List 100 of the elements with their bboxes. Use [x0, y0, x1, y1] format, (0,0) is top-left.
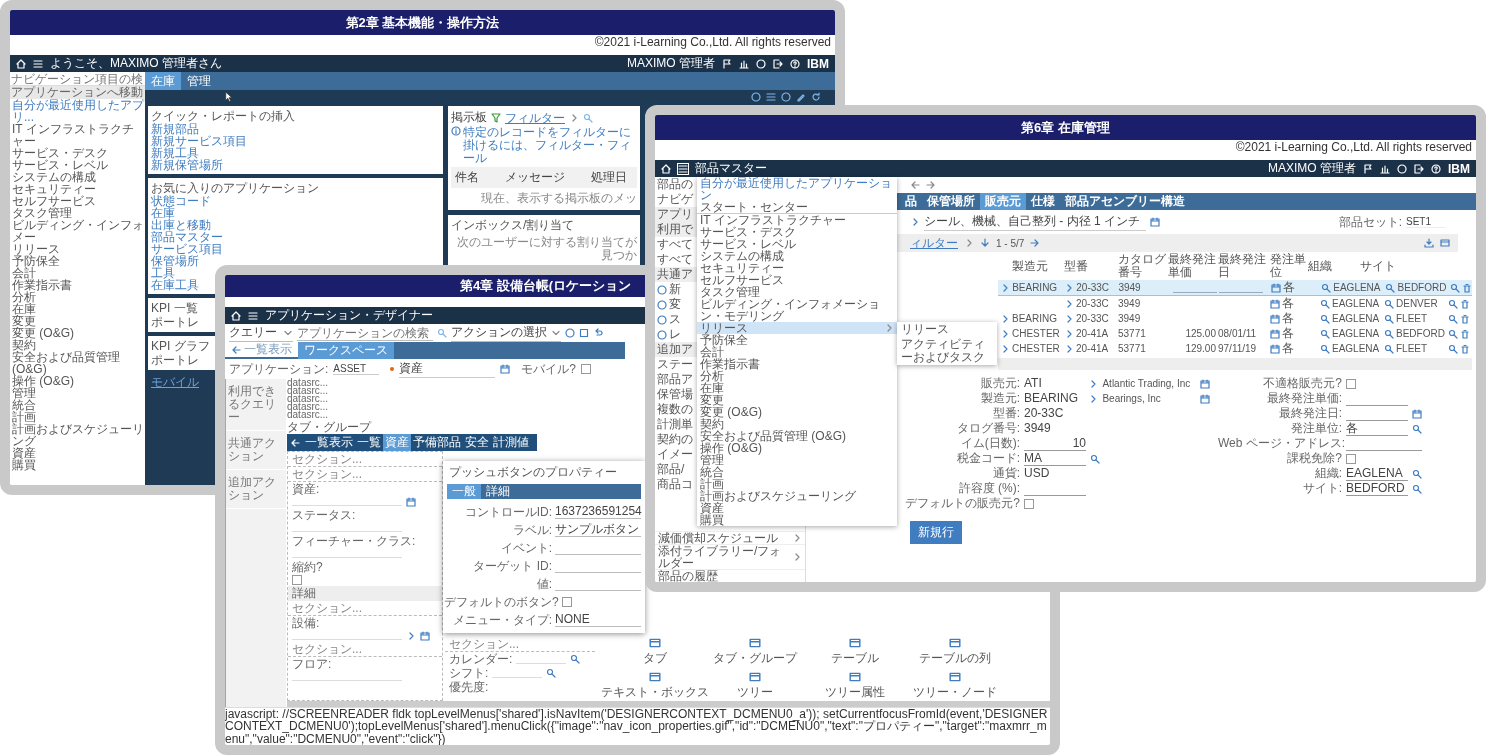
calendar-icon[interactable] [1150, 217, 1160, 227]
description-field[interactable]: シール、機械、自己整列 - 内径 1 インチ [924, 213, 1146, 231]
linked-name[interactable]: Bearings, Inc [1102, 393, 1196, 404]
menu-item[interactable]: リリース [897, 322, 997, 337]
menu-item[interactable]: 変更 [697, 394, 897, 406]
menu-item[interactable]: アクティビティーおよびタスク [897, 337, 997, 365]
sidebar-item[interactable]: 添付ライブラリー/フォルダー [658, 545, 792, 569]
sidebar-item[interactable]: 計測単 [657, 416, 693, 433]
search-icon[interactable] [437, 328, 447, 338]
sidebar-item[interactable]: 自分が最近使用したアプリ... [10, 99, 145, 123]
field-value[interactable]: EAGLENA [1346, 466, 1408, 481]
sidebar-item[interactable]: 契約の [657, 431, 693, 448]
menu-item[interactable]: IT インフラストラクチャー [697, 214, 897, 226]
panel-section[interactable]: 追加アクション [226, 470, 286, 509]
search-icon[interactable] [1320, 343, 1330, 354]
search-icon[interactable] [1448, 313, 1458, 324]
menu-item[interactable]: リリース [697, 322, 897, 334]
field-value[interactable]: 各 [1346, 421, 1408, 436]
tab[interactable]: 予備部品 [411, 434, 463, 451]
sidebar-item[interactable]: 管理 [10, 387, 145, 399]
flag-icon[interactable] [1363, 163, 1373, 174]
search-icon[interactable] [570, 654, 581, 664]
calendar-icon[interactable] [500, 364, 511, 374]
calendar-icon[interactable] [1200, 393, 1210, 404]
sidebar-item[interactable]: 減価償却スケジュール [658, 532, 778, 544]
field-value[interactable]: USD [1024, 467, 1086, 480]
field-value[interactable]: 3949 [1024, 422, 1086, 435]
calendar-icon[interactable] [1200, 378, 1210, 389]
menu-item[interactable]: スタート・センター [697, 201, 897, 214]
menu-item[interactable]: サービス・レベル [697, 238, 897, 250]
sidebar-item[interactable]: 変更 [10, 315, 145, 327]
sidebar-item[interactable]: リリース [10, 243, 145, 255]
checkbox[interactable] [1024, 498, 1034, 509]
download-icon[interactable] [1424, 238, 1434, 248]
menu-item[interactable]: 契約 [697, 418, 897, 430]
filter-link[interactable]: ィルター [910, 237, 958, 249]
trash-icon[interactable] [1460, 328, 1470, 339]
table-row[interactable]: BEARING 20-33C 3949 各 EAGLENA BEDFORD [998, 280, 1472, 296]
input-field[interactable]: 1637236591254 [555, 505, 641, 519]
table-row[interactable]: BEARING 20-33C 3949 各 EAGLENA FLEET [998, 311, 1472, 326]
section-placeholder[interactable]: セクション... [445, 637, 595, 652]
search-icon[interactable] [1320, 328, 1330, 339]
sidebar-item[interactable]: 部品/ [657, 461, 685, 478]
search-icon[interactable] [1384, 343, 1394, 354]
search-icon[interactable] [1448, 343, 1458, 354]
logout-icon[interactable] [1414, 163, 1424, 174]
filter-icon[interactable] [491, 112, 501, 123]
tab[interactable]: 計測値 [491, 434, 531, 451]
search-icon[interactable] [1448, 328, 1458, 339]
control-icon[interactable] [748, 637, 762, 649]
search-icon[interactable] [1384, 328, 1394, 339]
control-icon[interactable] [648, 671, 662, 683]
checkbox[interactable] [292, 574, 302, 585]
sidebar-item[interactable]: 部品ア [657, 371, 693, 388]
sidebar-item[interactable]: 計画およびスケジューリング [10, 423, 145, 447]
sidebar-item[interactable]: 資産 [10, 447, 145, 459]
sidebar-item[interactable]: タスク管理 [10, 207, 145, 219]
calendar-icon[interactable] [1270, 313, 1280, 324]
control-icon[interactable] [648, 637, 662, 649]
search-icon[interactable] [1412, 483, 1422, 494]
sidebar-item[interactable]: ス [669, 311, 681, 328]
tab[interactable]: 詳細 [481, 484, 515, 499]
sidebar-item[interactable]: 複数の [657, 401, 693, 418]
part-set-field[interactable]: SET1 [1406, 216, 1446, 228]
undo-icon[interactable] [593, 328, 603, 338]
home-icon[interactable] [16, 58, 26, 69]
right-arrow-icon[interactable] [1030, 238, 1041, 248]
sidebar-item[interactable]: 計画 [10, 411, 145, 423]
menu-item[interactable]: 計画およびスケジューリング [697, 490, 897, 502]
table-row[interactable]: CHESTER 20-41A 53771 129.00 97/11/19 各 EAGLENA FLEET [998, 341, 1472, 356]
calendar-icon[interactable] [406, 496, 416, 507]
refresh-icon[interactable] [811, 92, 821, 102]
portlet-link[interactable]: 在庫工具 [151, 279, 199, 291]
search-icon[interactable] [1321, 282, 1332, 293]
mobile-link[interactable]: モバイル [148, 374, 199, 391]
portlet-link[interactable]: 保管場所 [151, 255, 199, 267]
portlet-link[interactable]: 出庫と移動 [151, 219, 211, 231]
sidebar-item[interactable]: 部品の [657, 176, 693, 193]
menu-item[interactable]: システムの構成 [697, 250, 897, 262]
portlet-link[interactable]: 新規部品 [151, 123, 199, 135]
sidebar-item[interactable]: 変 [669, 296, 681, 313]
portlet-link[interactable]: サービス項目 [151, 243, 223, 255]
calendar-icon[interactable] [1412, 408, 1422, 419]
tab[interactable]: 一覧 [355, 434, 383, 451]
tab[interactable]: 安全 [463, 434, 491, 451]
menu-item[interactable]: 予防保全 [697, 334, 897, 346]
calendar-icon[interactable] [1270, 282, 1281, 293]
search-icon[interactable] [1412, 468, 1422, 479]
section-placeholder[interactable]: セクション... [288, 467, 442, 482]
sidebar-item[interactable]: ビルディング・インフォメー [10, 219, 145, 243]
menu-item[interactable]: 作業指示書 [697, 358, 897, 370]
sidebar-item[interactable]: サービス・デスク [10, 147, 145, 159]
sidebar-item[interactable]: 利用で [657, 221, 693, 238]
checkbox[interactable] [1346, 378, 1356, 389]
filter-link[interactable]: フィルター [505, 111, 565, 124]
section-placeholder[interactable]: セクション... [288, 452, 442, 467]
sidebar-item[interactable]: 商品コ [657, 476, 693, 493]
square-icon[interactable] [579, 328, 589, 338]
datasource-item[interactable]: datasrc... [287, 411, 329, 419]
menu-item[interactable]: 管理 [697, 454, 897, 466]
